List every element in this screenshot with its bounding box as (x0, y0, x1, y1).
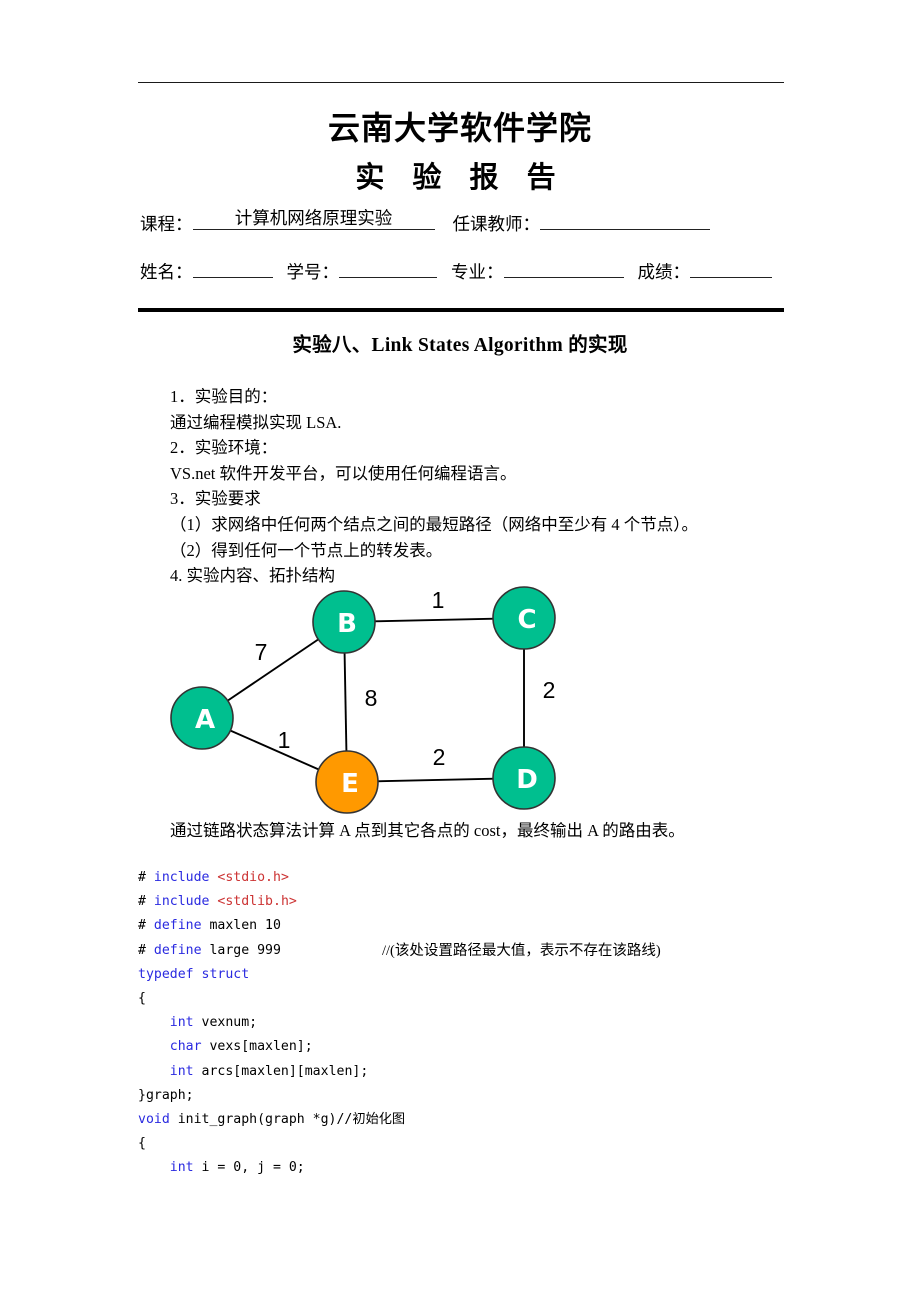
edge-B-C (372, 617, 496, 623)
course-value-field[interactable]: 计算机网络原理实验 (192, 208, 435, 230)
edge-weight-label: 7 (255, 639, 268, 665)
code-token: { (138, 1136, 146, 1152)
code-line: # include <stdlib.h> (138, 890, 838, 914)
experiment-body: 1．实验目的： 通过编程模拟实现 LSA. 2．实验环境： VS.net 软件开发平台… (170, 384, 790, 589)
form-line-course: 课程： 计算机网络原理实验 任课教师： (140, 208, 788, 237)
major-label: 专业： (451, 262, 504, 282)
document-page: 云南大学软件学院 实 验 报 告 课程： 计算机网络原理实验 任课教师： 姓名： 学号… (0, 0, 920, 1302)
code-token: include (153, 870, 210, 885)
code-token: int (169, 1015, 194, 1031)
code-line: # define maxlen 10 (138, 914, 838, 938)
experiment-line: 3．实验要求 (170, 489, 261, 509)
code-token: large 999 (201, 942, 281, 958)
experiment-line: VS.net 软件开发平台，可以使用任何编程语言。 (170, 463, 517, 483)
teacher-label: 任课教师： (452, 214, 541, 234)
experiment-line: 通过编程模拟实现 LSA. (170, 412, 342, 432)
figure-caption: 通过链路状态算法计算 A 点到其它各点的 cost，最终输出 A 的路由表。 (170, 821, 685, 840)
student-id-label: 学号： (286, 262, 340, 282)
name-label: 姓名： (140, 262, 193, 282)
code-token: int (169, 1063, 194, 1079)
edge-weight-label: 8 (365, 685, 378, 711)
code-token: typedef struct (138, 966, 250, 982)
edge-B-E (343, 650, 348, 754)
code-token: void (138, 1111, 170, 1127)
edge-weight-label: 1 (432, 587, 445, 613)
teacher-value-field[interactable] (540, 208, 710, 230)
code-line: # include <stdio.h> (138, 866, 838, 890)
major-value-field[interactable] (503, 256, 624, 278)
experiment-line: 2．实验环境： (170, 438, 278, 458)
experiment-line: 1．实验目的： (170, 387, 278, 406)
code-token: include (153, 894, 210, 910)
code-token: <stdlib.h> (217, 894, 297, 910)
code-token: init_graph(graph *g)//初始化图 (169, 1111, 406, 1127)
graph-node-label: A (195, 705, 215, 735)
code-token: # (138, 894, 154, 910)
code-token: define (153, 918, 202, 934)
topology-svg: 7 1 8 1 2 2 A B C D E (170, 586, 556, 814)
code-token: }graph; (138, 1087, 194, 1103)
edge-weight-label: 2 (433, 744, 446, 770)
experiment-title: 实验八、Link States Algorithm 的实现 (292, 335, 628, 356)
code-line: int arcs[maxlen][maxlen]; (138, 1060, 838, 1084)
code-line: # define large 999 //(该处设置路径最大值，表示不存在该路线) (138, 939, 838, 963)
experiment-line: （1）求网络中任何两个结点之间的最短路径（网络中至少有 4 个节点）。 (170, 514, 698, 534)
school-title: 云南大学软件学院 (327, 109, 592, 147)
code-token: # (138, 870, 154, 885)
code-token: arcs[maxlen][maxlen]; (193, 1063, 369, 1079)
code-token: char (169, 1039, 202, 1055)
graph-node-label: C (517, 605, 536, 635)
code-listing: # include <stdio.h> # include <stdlib.h> #… (138, 866, 838, 1180)
graph-node-label: D (516, 765, 538, 795)
grade-label: 成绩： (637, 262, 691, 282)
code-token: vexs[maxlen]; (201, 1039, 313, 1055)
header-top-rule (138, 82, 784, 83)
edge-E-D (375, 777, 496, 783)
graph-node-label: B (337, 609, 357, 639)
code-line: }graph; (138, 1084, 838, 1108)
edge-A-E (228, 728, 321, 772)
code-token: <stdio.h> (217, 870, 289, 885)
code-token: maxlen 10 (201, 918, 281, 934)
code-line: int vexnum; (138, 1011, 838, 1035)
edge-weight-label: 2 (543, 677, 556, 703)
code-token: int (169, 1160, 194, 1176)
student-id-value-field[interactable] (339, 256, 437, 278)
code-token: # (138, 942, 154, 958)
code-token: { (138, 990, 146, 1006)
code-line: void init_graph(graph *g)//初始化图 (138, 1108, 838, 1132)
code-line: { (138, 1132, 838, 1156)
code-inline-comment: //(该处设置路径最大值，表示不存在该路线) (382, 942, 661, 959)
report-title: 实 验 报 告 (355, 160, 565, 194)
code-token: i = 0, j = 0; (193, 1160, 305, 1176)
edge-A-B (225, 637, 321, 703)
code-token: define (153, 942, 202, 958)
graph-node-label: E (341, 769, 359, 799)
edge-weight-label: 1 (278, 727, 291, 753)
code-line: char vexs[maxlen]; (138, 1035, 838, 1059)
code-token: vexnum; (193, 1015, 258, 1031)
code-token: # (138, 918, 154, 934)
code-line: typedef struct (138, 963, 838, 987)
name-value-field[interactable] (192, 256, 273, 278)
code-line: int i = 0, j = 0; (138, 1156, 838, 1180)
network-topology-figure: 7 1 8 1 2 2 A B C D E (150, 575, 590, 820)
code-line: { (138, 987, 838, 1011)
experiment-line: （2）得到任何一个节点上的转发表。 (170, 540, 443, 560)
grade-value-field[interactable] (690, 256, 772, 278)
course-label: 课程： (140, 214, 193, 234)
header-bottom-rule (138, 308, 784, 312)
form-line-student: 姓名： 学号： 专业： 成绩： (140, 256, 788, 285)
